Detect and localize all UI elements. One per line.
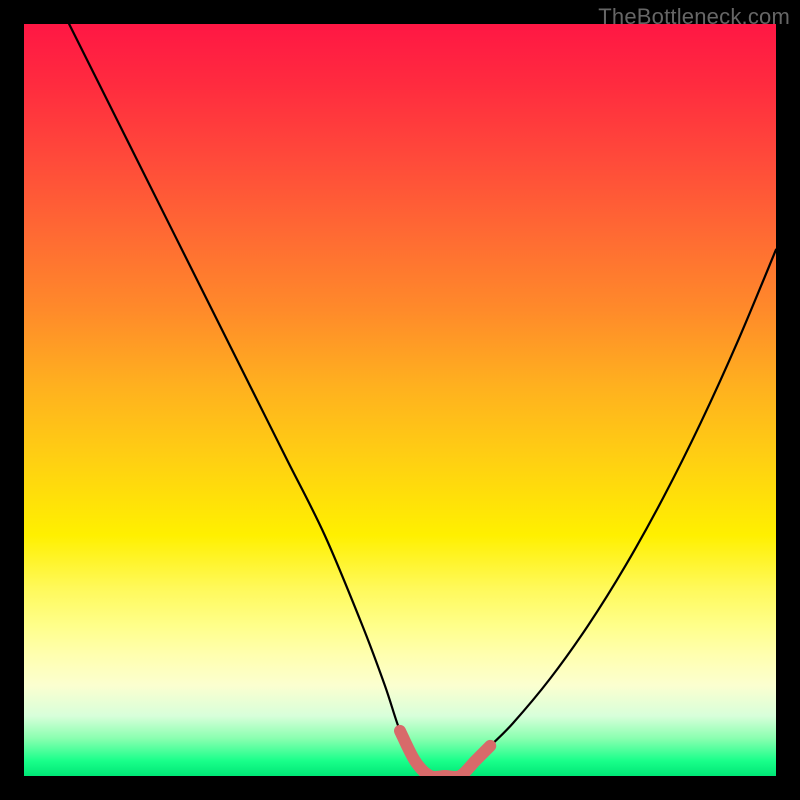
main-curve [69, 24, 776, 776]
plot-area [24, 24, 776, 776]
watermark-text: TheBottleneck.com [598, 4, 790, 30]
chart-container: TheBottleneck.com [0, 0, 800, 800]
flat-highlight [400, 731, 490, 776]
curve-svg [24, 24, 776, 776]
